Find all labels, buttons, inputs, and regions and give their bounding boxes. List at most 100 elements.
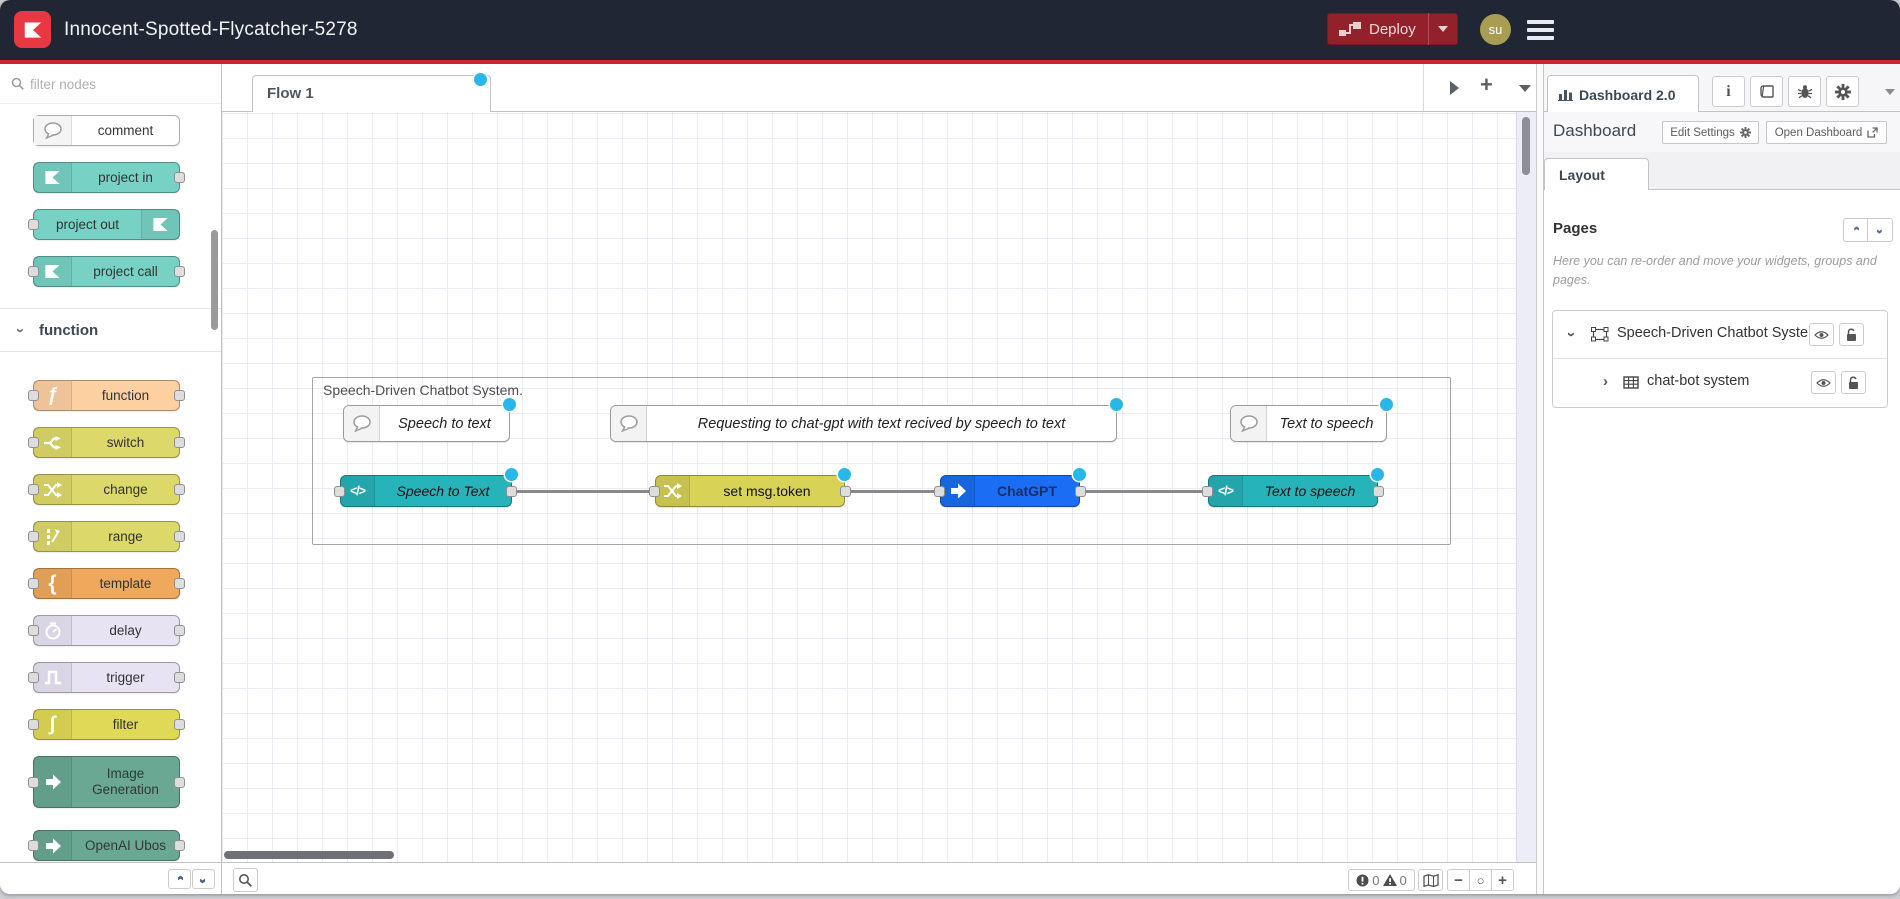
bar-chart-icon: [1558, 88, 1573, 101]
palette-node-trigger[interactable]: trigger: [28, 662, 185, 693]
arrow-icon: [34, 757, 72, 807]
horizontal-scrollbar[interactable]: [224, 851, 394, 859]
tree-row-group[interactable]: › chat-bot system: [1553, 359, 1887, 407]
output-port[interactable]: [1075, 486, 1086, 497]
palette-node-delay[interactable]: delay: [28, 615, 185, 646]
palette-node-label: OpenAI Ubos: [84, 837, 167, 853]
project-title: Innocent-Spotted-Flycatcher-5278: [64, 19, 358, 40]
comment-label: Requesting to chat-gpt with text recived…: [697, 415, 1066, 432]
node-text-to-speech[interactable]: </> Text to speech: [1208, 475, 1378, 507]
palette-node-comment[interactable]: comment: [33, 115, 180, 146]
palette-node-label: template: [99, 575, 152, 591]
zoom-reset-button[interactable]: ○: [1469, 869, 1492, 891]
palette-node-project-call[interactable]: project call: [28, 256, 185, 287]
palette-collapse-all-button[interactable]: ››: [168, 869, 191, 889]
palette-filter-input[interactable]: [30, 72, 168, 96]
editor-window: Innocent-Spotted-Flycatcher-5278 Deploy …: [0, 0, 1900, 894]
flow-canvas[interactable]: Speech-Driven Chatbot System. Speech to …: [222, 112, 1536, 862]
edit-settings-button[interactable]: Edit Settings: [1662, 121, 1759, 144]
code-icon: </>: [1209, 476, 1243, 506]
unsaved-changes-dot: [503, 398, 516, 411]
sidebar-menu-caret[interactable]: [1885, 89, 1895, 95]
tab-layout[interactable]: Layout: [1544, 158, 1649, 191]
input-port[interactable]: [934, 486, 945, 497]
palette-node-image-generation[interactable]: Image Generation: [28, 756, 185, 808]
tab-bar-separator: [1423, 64, 1424, 111]
input-port: [28, 578, 39, 589]
deploy-caret-icon[interactable]: [1437, 26, 1448, 32]
palette-node-openai-ubos[interactable]: OpenAI Ubos: [28, 830, 185, 861]
palette-expand-all-button[interactable]: ››: [192, 869, 215, 889]
open-dashboard-button[interactable]: Open Dashboard: [1766, 121, 1887, 144]
flow-list-caret[interactable]: [1519, 85, 1531, 92]
palette-node-label: Image Generation: [92, 766, 159, 797]
output-port[interactable]: [840, 486, 851, 497]
input-port: [28, 777, 39, 788]
palette-scrollbar[interactable]: [211, 230, 218, 330]
palette-category-function[interactable]: › function: [0, 308, 221, 352]
chevron-right-icon[interactable]: ›: [1603, 374, 1608, 389]
output-port: [174, 172, 185, 183]
navigator-map-button[interactable]: [1418, 869, 1443, 891]
sidebar: Dashboard 2.0 i Dashboard Edit Settings …: [1544, 64, 1900, 894]
status-counts[interactable]: 0 0: [1348, 869, 1415, 891]
input-port[interactable]: [649, 486, 660, 497]
lock-button[interactable]: [1841, 371, 1866, 394]
tree-item-label: chat-bot system: [1647, 373, 1750, 389]
help-docs-button[interactable]: [1750, 76, 1783, 107]
unsaved-changes-dot: [1371, 468, 1384, 481]
change-icon: [656, 476, 690, 506]
output-port[interactable]: [1373, 486, 1384, 497]
palette-node-project-out[interactable]: project out: [28, 209, 180, 240]
chevron-down-icon[interactable]: ›: [1563, 332, 1580, 337]
comment-node-text-to-speech[interactable]: Text to speech: [1230, 405, 1387, 442]
toggle-visibility-button[interactable]: [1811, 371, 1836, 394]
input-port[interactable]: [1202, 486, 1213, 497]
tab-dashboard-2[interactable]: Dashboard 2.0: [1547, 75, 1699, 113]
zoom-out-button[interactable]: −: [1447, 869, 1470, 891]
palette-node-template[interactable]: { template: [28, 568, 185, 599]
user-avatar[interactable]: su: [1480, 14, 1511, 45]
palette-node-change[interactable]: change: [28, 474, 185, 505]
canvas-footer: 0 0 − ○ +: [222, 862, 1536, 894]
palette-node-project-in[interactable]: project in: [33, 162, 185, 193]
tree-row-page[interactable]: › Speech-Driven Chatbot System: [1553, 311, 1887, 359]
output-port[interactable]: [506, 486, 517, 497]
function-icon: ƒ: [34, 381, 72, 410]
vertical-scrollbar[interactable]: [1522, 117, 1530, 175]
input-port: [28, 625, 39, 636]
node-speech-to-text[interactable]: </> Speech to Text: [340, 475, 512, 507]
tab-flow-1[interactable]: Flow 1: [252, 73, 491, 113]
debug-tab-button[interactable]: [1788, 76, 1821, 107]
unsaved-changes-dot: [838, 468, 851, 481]
add-flow-button[interactable]: +: [1480, 72, 1493, 98]
category-label: function: [39, 321, 99, 339]
deploy-label: Deploy: [1369, 20, 1416, 38]
palette-node-label: change: [103, 481, 148, 497]
next-tab-button[interactable]: [1450, 81, 1459, 95]
palette-node-function[interactable]: ƒ function: [28, 380, 185, 411]
toggle-visibility-button[interactable]: [1809, 323, 1834, 346]
collapse-all-pages-button[interactable]: ››: [1843, 218, 1869, 242]
unsaved-changes-dot: [505, 468, 518, 481]
deploy-button[interactable]: Deploy: [1327, 13, 1458, 45]
sidebar-resize-handle[interactable]: [1536, 64, 1544, 894]
palette-node-filter[interactable]: ∫ filter: [28, 709, 185, 740]
node-chatgpt[interactable]: ChatGPT: [940, 475, 1080, 507]
expand-all-pages-button[interactable]: ››: [1867, 218, 1893, 242]
sidebar-tab-label: Dashboard 2.0: [1579, 86, 1676, 103]
arrow-icon: [941, 476, 975, 506]
comment-node-speech-to-text[interactable]: Speech to text: [343, 405, 510, 442]
ubos-logo-icon: [141, 210, 179, 239]
search-flows-button[interactable]: [233, 868, 258, 892]
lock-button[interactable]: [1839, 323, 1864, 346]
config-nodes-button[interactable]: [1826, 76, 1859, 107]
info-tab-button[interactable]: i: [1712, 76, 1745, 107]
main-menu-button[interactable]: [1527, 20, 1554, 40]
node-set-msg-token[interactable]: set msg.token: [655, 475, 845, 507]
palette-node-range[interactable]: range: [28, 521, 185, 552]
comment-node-requesting-chatgpt[interactable]: Requesting to chat-gpt with text recived…: [610, 405, 1117, 442]
palette-node-switch[interactable]: switch: [28, 427, 185, 458]
input-port[interactable]: [334, 486, 345, 497]
zoom-in-button[interactable]: +: [1491, 869, 1514, 891]
